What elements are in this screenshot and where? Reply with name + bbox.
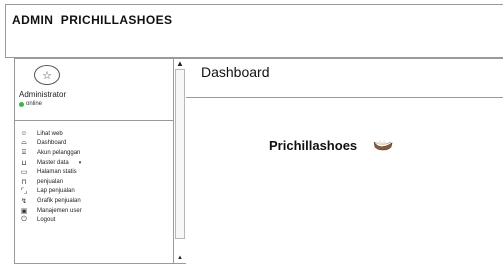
online-status: online [19,101,42,107]
sidebar-item-logout[interactable]: ⏻ Logout [15,215,173,225]
sidebar-menu: ☺ Lihat web ⌓ Dashboard ⍓ Akun pelanggan… [15,129,173,225]
web-icon: ☺ [20,130,28,138]
app-title: ADMIN PRICHILLASHOES [12,13,173,27]
sidebar-item-label: Master data [37,159,69,166]
shoe-icon [373,140,393,151]
customer-icon: ⍓ [21,148,27,156]
status-label: online [26,101,43,107]
sidebar-item-dashboard[interactable]: ⌓ Dashboard [15,139,173,149]
scrollbar-thumb[interactable] [175,69,185,239]
sidebar-scrollbar[interactable]: ▲ ▲ [174,58,186,264]
sidebar-item-label: Lihat web [37,130,63,137]
sidebar-item-lap-penjualan[interactable]: ⌜⌟ Lap penjualan [15,187,173,197]
scroll-up-arrow-icon[interactable]: ▲ [174,59,186,68]
sidebar-item-label: Akun pelanggan [37,149,81,156]
sidebar-item-lihat-web[interactable]: ☺ Lihat web [15,129,173,139]
sidebar-item-label: Logout [37,217,56,224]
logout-icon: ⏻ [21,216,27,224]
static-page-icon: ▭ [20,169,28,177]
dashboard-icon: ⌓ [21,139,27,147]
sidebar-item-manajemen-user[interactable]: ▣ Manajemen user [15,206,173,216]
sidebar-item-halaman-statis[interactable]: ▭ Halaman statis [15,167,173,177]
content-header: Dashboard [186,58,503,98]
user-name: Administrator [19,90,67,99]
user-panel: ☆ Administrator online [15,59,173,121]
sales-icon: ⊓ [21,178,27,186]
chart-icon: ↯ [21,197,27,205]
sidebar-item-akun-pelanggan[interactable]: ⍓ Akun pelanggan [15,148,173,158]
sidebar-item-penjualan[interactable]: ⊓ penjualan [15,177,173,187]
sidebar-item-label: Lap penjualan [37,188,75,195]
sidebar-item-master-data[interactable]: ⊔ Master data ▾ [15,158,173,168]
chevron-down-icon[interactable]: ▾ [79,160,82,166]
scroll-down-arrow-icon[interactable]: ▲ [174,254,186,262]
sidebar-item-label: Dashboard [37,140,67,147]
top-bar: ADMIN PRICHILLASHOES [5,4,503,58]
sidebar: ☆ Administrator online ☺ Lihat web ⌓ Das… [14,58,174,264]
user-manage-icon: ▣ [20,207,28,215]
welcome-heading: Prichillashoes [269,138,358,153]
sidebar-item-label: Grafik penjualan [37,197,81,204]
content-body: Prichillashoes [186,98,503,264]
user-avatar-icon: ☆ [34,65,60,85]
sidebar-item-label: Halaman statis [37,169,77,176]
page-title: Dashboard [201,64,270,80]
sidebar-item-grafik-penjualan[interactable]: ↯ Grafik penjualan [15,196,173,206]
sidebar-item-label: penjualan [37,178,64,185]
master-data-icon: ⊔ [21,159,27,167]
sidebar-item-label: Manajemen user [37,207,82,214]
status-dot-icon [19,101,24,107]
report-icon: ⌜⌟ [20,188,28,196]
